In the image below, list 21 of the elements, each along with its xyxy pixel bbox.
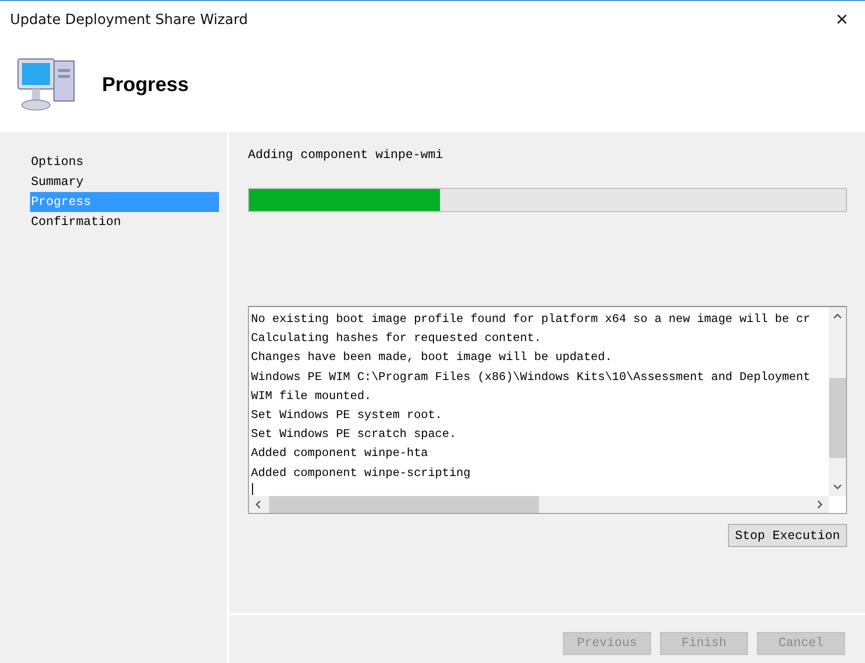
log-line: Set Windows PE system root. — [251, 406, 444, 424]
log-line: Calculating hashes for requested content. — [251, 330, 542, 348]
log-line: Added component winpe-hta — [251, 445, 429, 462]
window-title: Update Deployment Share Wizard — [10, 12, 248, 28]
log-line: Windows PE WIM C:\Program Files (x86)\Windows Kits\10\Assessment and Deployment — [251, 368, 812, 386]
log-box[interactable] — [248, 306, 847, 514]
sidebar-item[interactable]: Confirmation — [30, 212, 219, 232]
log-line: No existing boot image profile found for platform x64 so a new image will be cr — [251, 311, 812, 328]
log-line: Added component winpe-scripting — [251, 464, 472, 482]
sidebar-item[interactable]: Options — [30, 152, 219, 172]
vertical-scrollbar[interactable] — [829, 307, 846, 496]
horizontal-scrollbar[interactable] — [249, 496, 829, 513]
status-text: Adding component winpe-wmi — [248, 148, 444, 164]
stop-execution-button[interactable]: Stop Execution — [728, 524, 847, 547]
log-line: Changes have been made, boot image will be updated. — [251, 349, 614, 366]
page-heading: Progress — [102, 74, 189, 96]
log-line: Set Windows PE scratch space. — [251, 426, 458, 444]
sidebar-item[interactable]: Summary — [30, 172, 219, 192]
text-cursor — [252, 482, 253, 495]
close-button[interactable]: ✕ — [819, 2, 865, 38]
log-line: WIM file mounted. — [251, 388, 372, 405]
